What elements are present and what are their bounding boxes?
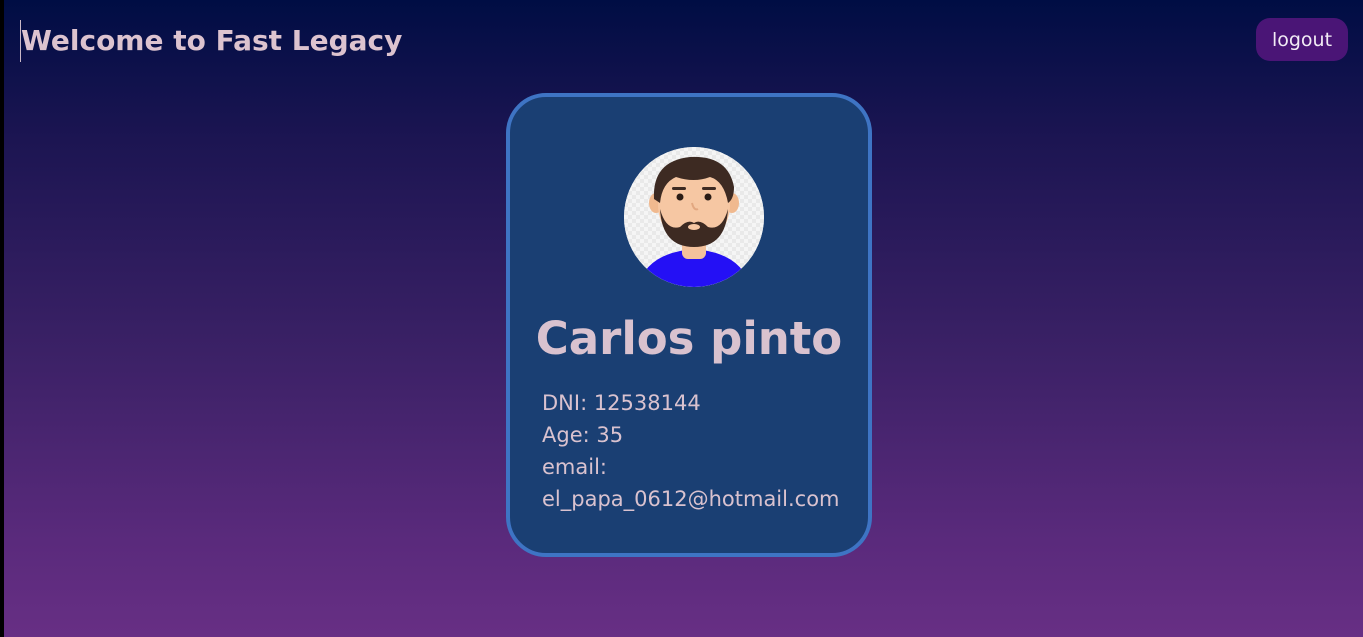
profile-name: Carlos pinto xyxy=(535,312,843,365)
dni-text: DNI: 12538144 xyxy=(542,391,701,415)
email-value: el_papa_0612@hotmail.com xyxy=(542,487,840,511)
male-avatar-icon xyxy=(624,147,764,287)
page-title: Welcome to Fast Legacy xyxy=(20,20,402,62)
window-left-edge xyxy=(0,0,4,637)
profile-card: Carlos pinto DNI: 12538144 Age: 35 email… xyxy=(506,93,872,557)
age-text: Age: 35 xyxy=(542,423,624,447)
logout-button[interactable]: logout xyxy=(1256,18,1348,61)
email-label: email: xyxy=(542,455,607,479)
avatar xyxy=(624,147,764,287)
profile-info: DNI: 12538144 Age: 35 email: el_papa_061… xyxy=(542,387,862,515)
